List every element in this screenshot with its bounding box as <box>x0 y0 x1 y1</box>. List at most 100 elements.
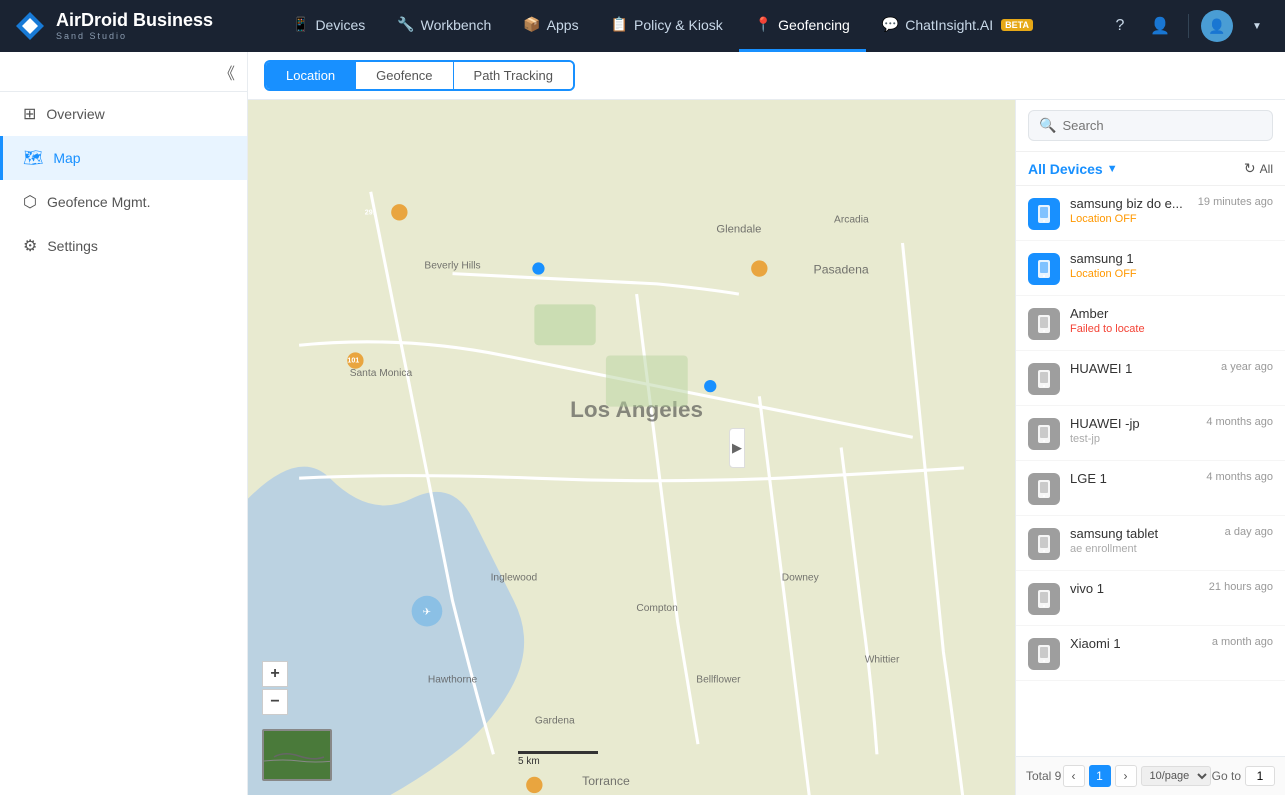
svg-text:✈: ✈ <box>423 607 432 618</box>
device-name: samsung biz do e... <box>1070 196 1188 211</box>
apps-icon: 📦 <box>523 16 540 33</box>
panel-footer: Total 9 ‹ 1 › 10/page Go to <box>1016 756 1285 795</box>
goto-input[interactable] <box>1245 766 1275 786</box>
tab-group: Location Geofence Path Tracking <box>264 60 575 91</box>
nav-items: 📱 Devices 🔧 Workbench 📦 Apps 📋 Policy & … <box>276 0 1100 52</box>
map-scale: 5 km <box>518 751 598 767</box>
tab-location[interactable]: Location <box>266 62 356 89</box>
help-button[interactable]: ? <box>1104 10 1136 42</box>
device-right: 19 minutes ago <box>1198 196 1273 208</box>
device-list-item[interactable]: HUAWEI -jp test-jp 4 months ago <box>1016 406 1285 461</box>
device-list-item[interactable]: vivo 1 21 hours ago <box>1016 571 1285 626</box>
device-name: samsung tablet <box>1070 526 1215 541</box>
map-thumbnail[interactable] <box>262 729 332 781</box>
device-right: 4 months ago <box>1206 416 1273 428</box>
nav-label-devices: Devices <box>315 17 365 33</box>
map-container[interactable]: 291 101 Los Angeles Pasadena Glendale Ar… <box>248 100 1015 795</box>
page-next-button[interactable]: › <box>1115 765 1137 787</box>
device-right: a day ago <box>1225 526 1273 538</box>
svg-text:101: 101 <box>347 357 359 365</box>
nav-label-apps: Apps <box>547 17 579 33</box>
device-status: Location OFF <box>1070 213 1188 225</box>
device-info: samsung tablet ae enrollment <box>1070 526 1215 555</box>
map-controls: + − <box>262 661 288 715</box>
nav-item-apps[interactable]: 📦 Apps <box>507 0 594 52</box>
device-info: HUAWEI -jp test-jp <box>1070 416 1196 445</box>
sidebar-item-overview[interactable]: ⊞ Overview <box>0 92 247 136</box>
sidebar-label-overview: Overview <box>46 106 104 122</box>
device-icon <box>1028 418 1060 450</box>
pagination: ‹ 1 › 10/page <box>1063 765 1211 787</box>
all-devices-dropdown[interactable]: All Devices ▼ <box>1028 161 1118 177</box>
device-list-item[interactable]: Xiaomi 1 a month ago <box>1016 626 1285 681</box>
device-right: a month ago <box>1212 636 1273 648</box>
nav-divider <box>1188 14 1189 38</box>
sidebar-label-map: Map <box>53 150 80 166</box>
device-list-item[interactable]: HUAWEI 1 a year ago <box>1016 351 1285 406</box>
chatinsight-icon: 💬 <box>882 16 899 33</box>
logo-area: AirDroid Business Sand Studio <box>12 8 272 44</box>
sidebar-item-map[interactable]: 🗺 Map <box>0 136 247 180</box>
device-list-item[interactable]: LGE 1 4 months ago <box>1016 461 1285 516</box>
nav-item-geofencing[interactable]: 📍 Geofencing <box>739 0 866 52</box>
sidebar-item-geofence-mgmt[interactable]: ⬡ Geofence Mgmt. <box>0 180 247 224</box>
sidebar-label-settings: Settings <box>47 238 98 254</box>
device-right: 21 hours ago <box>1209 581 1273 593</box>
geofence-mgmt-icon: ⬡ <box>23 192 37 212</box>
device-time: 4 months ago <box>1206 471 1273 483</box>
search-input[interactable] <box>1062 118 1262 133</box>
tab-path-tracking[interactable]: Path Tracking <box>454 62 574 89</box>
tab-geofence[interactable]: Geofence <box>356 62 453 89</box>
device-list-item[interactable]: samsung tablet ae enrollment a day ago <box>1016 516 1285 571</box>
svg-text:Torrance: Torrance <box>582 774 630 788</box>
policy-icon: 📋 <box>611 16 628 33</box>
page-1-button[interactable]: 1 <box>1089 765 1111 787</box>
svg-text:Hawthorne: Hawthorne <box>428 675 478 686</box>
device-info: Amber Failed to locate <box>1070 306 1263 335</box>
user-menu-button[interactable]: ▼ <box>1241 10 1273 42</box>
sidebar-label-geofence-mgmt: Geofence Mgmt. <box>47 194 151 210</box>
svg-text:Gardena: Gardena <box>535 716 575 727</box>
nav-label-geofencing: Geofencing <box>778 17 850 33</box>
device-list-item[interactable]: samsung biz do e... Location OFF 19 minu… <box>1016 186 1285 241</box>
map-svg: 291 101 Los Angeles Pasadena Glendale Ar… <box>248 100 1015 795</box>
svg-text:Downey: Downey <box>782 572 820 583</box>
svg-text:Inglewood: Inglewood <box>491 572 538 583</box>
nav-label-policy: Policy & Kiosk <box>634 17 723 33</box>
notifications-button[interactable]: 👤 <box>1144 10 1176 42</box>
tab-bar: Location Geofence Path Tracking <box>248 52 1285 100</box>
nav-right: ? 👤 👤 ▼ <box>1104 10 1273 42</box>
page-prev-button[interactable]: ‹ <box>1063 765 1085 787</box>
beta-badge: BETA <box>1001 19 1033 31</box>
device-right: 4 months ago <box>1206 471 1273 483</box>
refresh-label: All <box>1260 162 1273 176</box>
nav-item-devices[interactable]: 📱 Devices <box>276 0 381 52</box>
logo-icon <box>12 8 48 44</box>
zoom-out-button[interactable]: − <box>262 689 288 715</box>
collapse-button[interactable]: 《 <box>219 60 235 84</box>
refresh-button[interactable]: ↻ All <box>1244 160 1273 177</box>
device-list-item[interactable]: Amber Failed to locate <box>1016 296 1285 351</box>
device-sub: ae enrollment <box>1070 543 1215 555</box>
user-avatar[interactable]: 👤 <box>1201 10 1233 42</box>
nav-item-chatinsight[interactable]: 💬 ChatInsight.AI BETA <box>866 0 1049 52</box>
zoom-in-button[interactable]: + <box>262 661 288 687</box>
nav-item-policy[interactable]: 📋 Policy & Kiosk <box>595 0 739 52</box>
device-name: HUAWEI -jp <box>1070 416 1196 431</box>
device-icon <box>1028 583 1060 615</box>
app-name: AirDroid Business <box>56 11 213 31</box>
chevron-down-icon: ▼ <box>1107 163 1118 175</box>
all-devices-label: All Devices <box>1028 161 1103 177</box>
device-list-item[interactable]: samsung 1 Location OFF <box>1016 241 1285 296</box>
geofencing-icon: 📍 <box>755 16 772 33</box>
device-info: HUAWEI 1 <box>1070 361 1211 378</box>
sidebar-item-settings[interactable]: ⚙ Settings <box>0 224 247 268</box>
svg-text:Compton: Compton <box>636 603 678 614</box>
svg-text:Santa Monica: Santa Monica <box>350 368 413 379</box>
panel-collapse-button[interactable]: ▶ <box>729 428 745 468</box>
page-size-select[interactable]: 10/page <box>1141 766 1211 786</box>
device-name: vivo 1 <box>1070 581 1199 596</box>
panel-search-area: 🔍 <box>1016 100 1285 152</box>
nav-item-workbench[interactable]: 🔧 Workbench <box>381 0 507 52</box>
svg-text:Whittier: Whittier <box>865 654 900 665</box>
